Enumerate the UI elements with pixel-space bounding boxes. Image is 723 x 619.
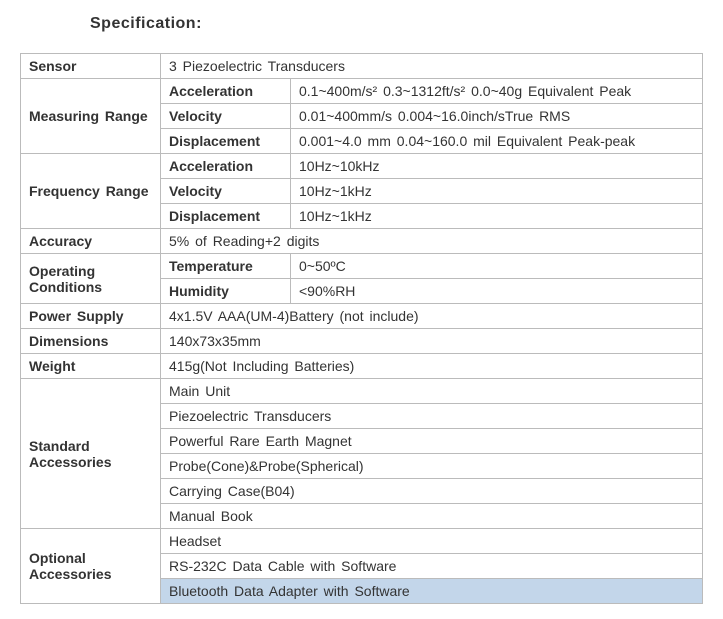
mr-accel-label: Acceleration (161, 79, 291, 104)
fr-accel-value: 10Hz~10kHz (291, 154, 703, 179)
operating-label: Operating Conditions (21, 254, 161, 304)
power-label: Power Supply (21, 304, 161, 329)
accuracy-value: 5% of Reading+2 digits (161, 229, 703, 254)
fr-disp-value: 10Hz~1kHz (291, 204, 703, 229)
accuracy-label: Accuracy (21, 229, 161, 254)
std-acc-5: Carrying Case(B04) (161, 479, 703, 504)
weight-value: 415g(Not Including Batteries) (161, 354, 703, 379)
sensor-label: Sensor (21, 54, 161, 79)
fr-vel-label: Velocity (161, 179, 291, 204)
std-acc-2: Piezoelectric Transducers (161, 404, 703, 429)
fr-disp-label: Displacement (161, 204, 291, 229)
power-value: 4x1.5V AAA(UM-4)Battery (not include) (161, 304, 703, 329)
std-acc-1: Main Unit (161, 379, 703, 404)
op-hum-label: Humidity (161, 279, 291, 304)
mr-vel-label: Velocity (161, 104, 291, 129)
dimensions-label: Dimensions (21, 329, 161, 354)
measuring-range-label: Measuring Range (21, 79, 161, 154)
std-acc-3: Powerful Rare Earth Magnet (161, 429, 703, 454)
std-acc-label: Standard Accessories (21, 379, 161, 529)
freq-range-label: Frequency Range (21, 154, 161, 229)
opt-acc-1: Headset (161, 529, 703, 554)
opt-acc-2: RS-232C Data Cable with Software (161, 554, 703, 579)
opt-acc-3: Bluetooth Data Adapter with Software (161, 579, 703, 604)
fr-vel-value: 10Hz~1kHz (291, 179, 703, 204)
op-temp-value: 0~50ºC (291, 254, 703, 279)
sensor-value: 3 Piezoelectric Transducers (161, 54, 703, 79)
mr-disp-value: 0.001~4.0 mm 0.04~160.0 mil Equivalent P… (291, 129, 703, 154)
mr-disp-label: Displacement (161, 129, 291, 154)
opt-acc-label: Optional Accessories (21, 529, 161, 604)
weight-label: Weight (21, 354, 161, 379)
dimensions-value: 140x73x35mm (161, 329, 703, 354)
fr-accel-label: Acceleration (161, 154, 291, 179)
op-hum-value: <90%RH (291, 279, 703, 304)
mr-vel-value: 0.01~400mm/s 0.004~16.0inch/sTrue RMS (291, 104, 703, 129)
mr-accel-value: 0.1~400m/s² 0.3~1312ft/s² 0.0~40g Equiva… (291, 79, 703, 104)
op-temp-label: Temperature (161, 254, 291, 279)
specification-table: Sensor 3 Piezoelectric Transducers Measu… (20, 53, 703, 604)
spec-title: Specification: (90, 15, 703, 33)
std-acc-6: Manual Book (161, 504, 703, 529)
std-acc-4: Probe(Cone)&Probe(Spherical) (161, 454, 703, 479)
